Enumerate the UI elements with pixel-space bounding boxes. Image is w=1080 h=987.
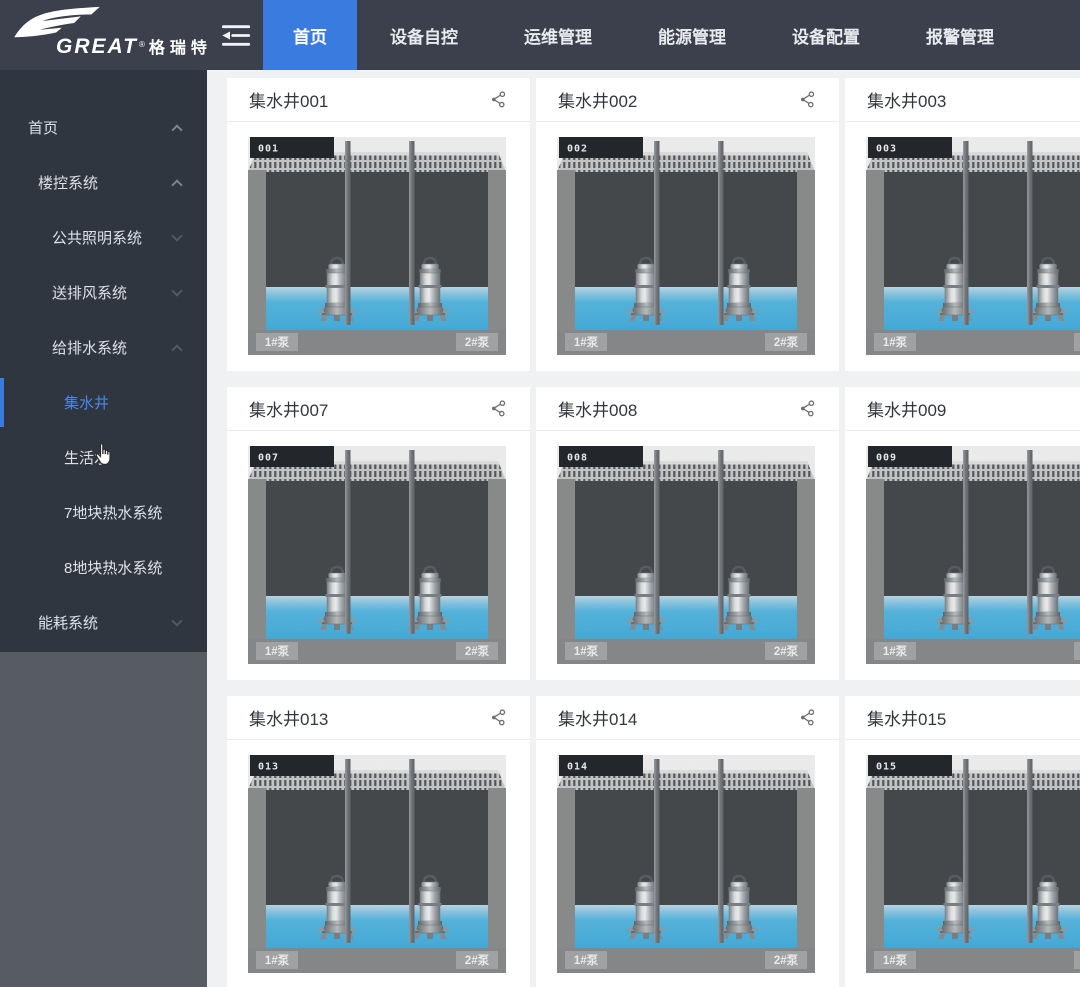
well-card-header: 集水井001	[227, 78, 530, 122]
nav-item-0[interactable]: 首页	[263, 0, 357, 70]
well-card-body: 1#泵 2#泵 001	[227, 122, 530, 370]
well-id-badge: 001	[258, 144, 279, 155]
well-id-badge: 013	[258, 762, 279, 773]
well-diagram: 1#泵 2#泵 013	[248, 755, 506, 973]
nav-item-3[interactable]: 能源管理	[625, 0, 759, 70]
well-card-014: 集水井014	[536, 696, 839, 987]
chevron-up-icon	[171, 124, 182, 135]
brand-registered-mark: ®	[139, 40, 145, 49]
sidebar-item-7[interactable]: 7地块热水系统	[0, 485, 207, 540]
well-id-badge: 002	[567, 144, 588, 155]
chevron-up-icon	[171, 344, 182, 355]
well-card-body: 1#泵 2#泵 009	[845, 431, 1080, 679]
well-diagram: 1#泵 2#泵 001	[248, 137, 506, 355]
well-id-badge: 007	[258, 453, 279, 464]
top-navbar: GREAT ® 格瑞特 首页设备自控运维管理能源管理设备配置报警管理	[0, 0, 1080, 70]
well-card-header: 集水井003	[845, 78, 1080, 122]
chevron-down-icon	[171, 230, 182, 241]
well-card-header: 集水井002	[536, 78, 839, 122]
sidebar-collapse-button[interactable]	[207, 0, 263, 70]
main-nav: 首页设备自控运维管理能源管理设备配置报警管理	[263, 0, 1027, 70]
sidebar-item-6[interactable]: 生活水	[0, 430, 207, 485]
well-card-title: 集水井013	[249, 705, 488, 730]
nav-item-4[interactable]: 设备配置	[759, 0, 893, 70]
well-id-badge: 014	[567, 762, 588, 773]
share-icon[interactable]	[488, 708, 508, 728]
well-card-body: 1#泵 2#泵 002	[536, 122, 839, 370]
chevron-up-icon	[171, 179, 182, 190]
collapse-menu-icon	[219, 21, 252, 50]
active-indicator-bar	[0, 378, 4, 427]
well-card-header: 集水井013	[227, 696, 530, 740]
sidebar-menu: 首页 楼控系统 公共照明系统 送排风系统 给排水系统 集水井 生活水 7地块热水…	[0, 70, 207, 652]
sidebar-item-2[interactable]: 公共照明系统	[0, 210, 207, 265]
chevron-down-icon	[171, 285, 182, 296]
brand-name-chinese: 格瑞特	[149, 34, 212, 58]
sidebar-item-9[interactable]: 能耗系统	[0, 595, 207, 650]
well-card-008: 集水井008	[536, 387, 839, 680]
sidebar-item-8[interactable]: 8地块热水系统	[0, 540, 207, 595]
nav-item-1[interactable]: 设备自控	[357, 0, 491, 70]
well-diagram: 1#泵 2#泵 002	[557, 137, 815, 355]
well-card-body: 1#泵 2#泵 007	[227, 431, 530, 679]
sidebar-item-1[interactable]: 楼控系统	[0, 155, 207, 210]
chevron-down-icon	[171, 615, 182, 626]
nav-item-5[interactable]: 报警管理	[893, 0, 1027, 70]
share-icon[interactable]	[488, 399, 508, 419]
well-card-body: 1#泵 2#泵 015	[845, 740, 1080, 987]
sidebar-item-0[interactable]: 首页	[0, 100, 207, 155]
well-id-badge: 009	[876, 453, 897, 464]
well-card-002: 集水井002	[536, 78, 839, 371]
well-card-header: 集水井007	[227, 387, 530, 431]
well-id-badge: 015	[876, 762, 897, 773]
well-diagram: 1#泵 2#泵 009	[866, 446, 1080, 664]
well-diagram: 1#泵 2#泵 008	[557, 446, 815, 664]
sidebar-item-5[interactable]: 集水井	[0, 375, 207, 430]
sidebar-item-3[interactable]: 送排风系统	[0, 265, 207, 320]
well-card-body: 1#泵 2#泵 013	[227, 740, 530, 987]
sidebar-item-4[interactable]: 给排水系统	[0, 320, 207, 375]
well-card-header: 集水井015	[845, 696, 1080, 740]
brand-logo: GREAT ® 格瑞特	[0, 0, 207, 70]
well-card-body: 1#泵 2#泵 003	[845, 122, 1080, 370]
well-id-badge: 003	[876, 144, 897, 155]
well-card-015: 集水井015	[845, 696, 1080, 987]
well-cards-grid: 集水井001	[227, 78, 1080, 987]
well-card-title: 集水井001	[249, 87, 488, 112]
well-card-title: 集水井008	[558, 396, 797, 421]
sidebar: 首页 楼控系统 公共照明系统 送排风系统 给排水系统 集水井 生活水 7地块热水…	[0, 70, 207, 987]
well-card-title: 集水井007	[249, 396, 488, 421]
well-diagram: 1#泵 2#泵 014	[557, 755, 815, 973]
well-card-title: 集水井014	[558, 705, 797, 730]
well-diagram: 1#泵 2#泵 015	[866, 755, 1080, 973]
well-card-009: 集水井009	[845, 387, 1080, 680]
share-icon[interactable]	[797, 708, 817, 728]
share-icon[interactable]	[797, 90, 817, 110]
well-diagram: 1#泵 2#泵 007	[248, 446, 506, 664]
well-card-title: 集水井003	[867, 87, 1080, 112]
nav-item-2[interactable]: 运维管理	[491, 0, 625, 70]
well-cards-area: 集水井001	[207, 70, 1080, 987]
well-card-title: 集水井009	[867, 396, 1080, 421]
well-id-badge: 008	[567, 453, 588, 464]
well-card-003: 集水井003	[845, 78, 1080, 371]
well-card-title: 集水井015	[867, 705, 1080, 730]
well-card-body: 1#泵 2#泵 008	[536, 431, 839, 679]
well-card-header: 集水井009	[845, 387, 1080, 431]
share-icon[interactable]	[488, 90, 508, 110]
share-icon[interactable]	[797, 399, 817, 419]
well-card-body: 1#泵 2#泵 014	[536, 740, 839, 987]
well-card-007: 集水井007	[227, 387, 530, 680]
well-card-header: 集水井008	[536, 387, 839, 431]
well-diagram: 1#泵 2#泵 003	[866, 137, 1080, 355]
well-card-title: 集水井002	[558, 87, 797, 112]
brand-name: GREAT	[56, 35, 138, 59]
well-card-header: 集水井014	[536, 696, 839, 740]
well-card-013: 集水井013	[227, 696, 530, 987]
well-card-001: 集水井001	[227, 78, 530, 371]
